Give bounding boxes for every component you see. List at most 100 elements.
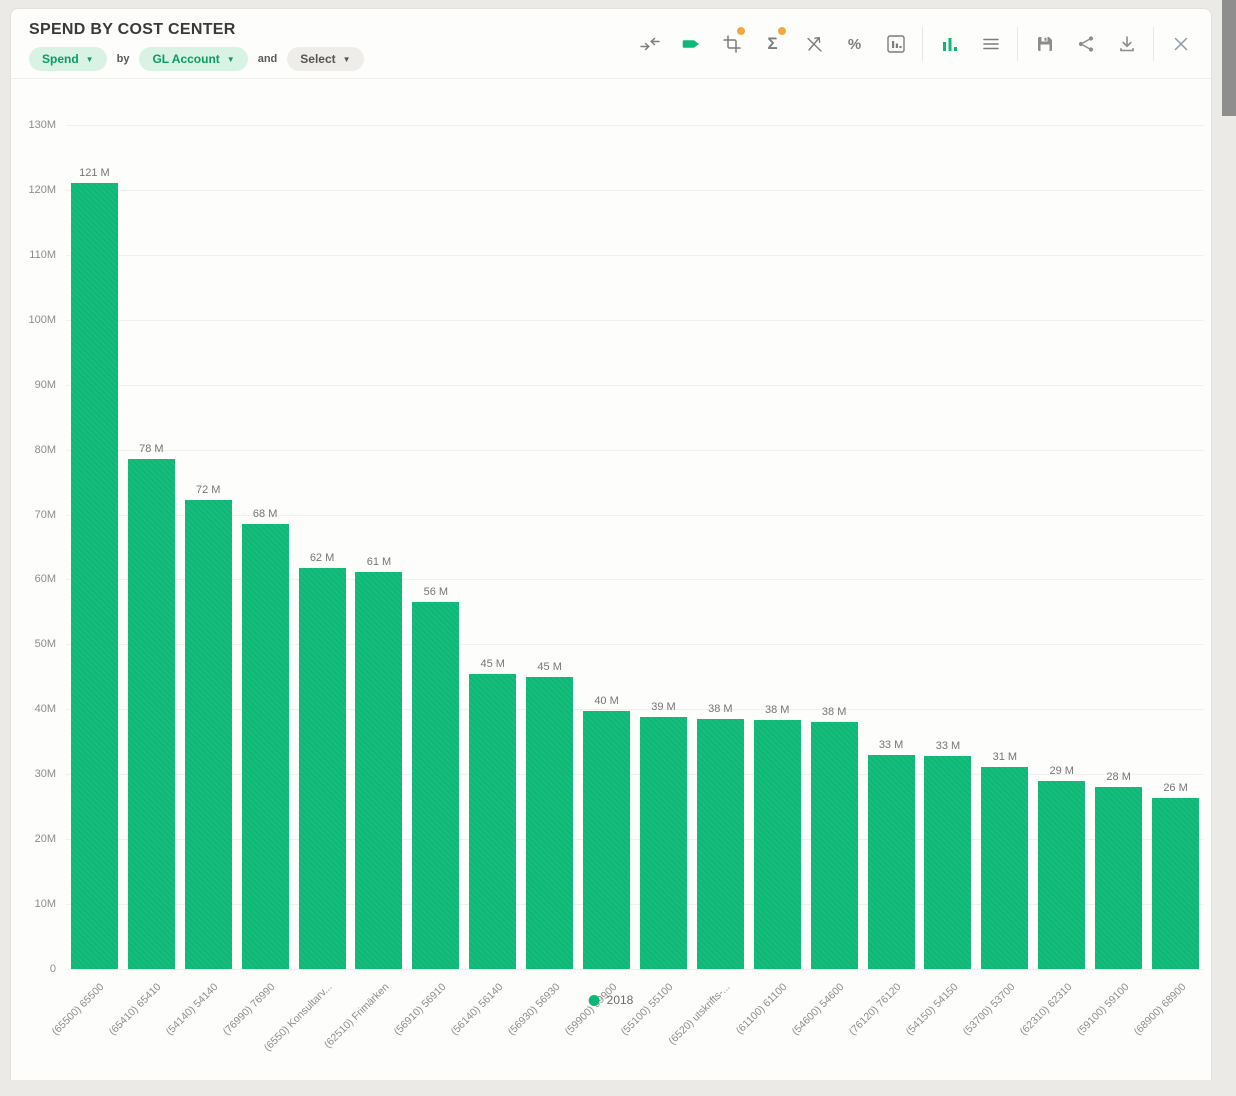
x-axis-tick-label: (54150) 54150 <box>846 981 961 1096</box>
y-axis-tick-label: 130M <box>10 119 56 131</box>
percent-icon: % <box>848 36 861 53</box>
merge-arrows-button[interactable] <box>629 22 670 66</box>
secondary-dimension-dropdown[interactable]: Select ▼ <box>287 47 363 71</box>
chart-box-icon <box>885 33 907 55</box>
gridline <box>66 190 1204 191</box>
percent-button[interactable]: % <box>834 22 875 66</box>
gridline <box>66 450 1204 451</box>
x-axis-tick-label: (76120) 76120 <box>789 981 904 1096</box>
tag-icon <box>680 33 702 55</box>
y-axis-tick-label: 120M <box>10 184 56 196</box>
toolbar-divider <box>922 27 923 61</box>
x-axis-tick-label: (6550) Konsultarv... <box>220 981 335 1096</box>
bar-value-label: 45 M <box>515 661 585 673</box>
y-axis-tick-label: 100M <box>10 314 56 326</box>
bar-(56930) 56930[interactable] <box>526 677 573 969</box>
x-axis-tick-label: (6520) utskrifts-... <box>618 981 733 1096</box>
spend-bar-chart: 010M20M30M40M50M60M70M80M90M100M110M120M… <box>11 79 1211 1080</box>
gridline <box>66 644 1204 645</box>
share-icon <box>1076 34 1096 54</box>
x-axis-tick-label: (56930) 56930 <box>448 981 563 1096</box>
sort-disabled-button[interactable] <box>793 22 834 66</box>
chevron-down-icon: ▼ <box>343 56 351 64</box>
bar-value-label: 38 M <box>799 706 869 718</box>
download-icon <box>1117 34 1137 54</box>
download-button[interactable] <box>1106 22 1147 66</box>
bar-(6520) utskrifts-...[interactable] <box>697 719 744 969</box>
bar-(54140) 54140[interactable] <box>185 500 232 969</box>
x-axis-tick-label: (61100) 61100 <box>675 981 790 1096</box>
bar-chart-view-icon <box>940 34 960 54</box>
y-axis-tick-label: 0 <box>10 963 56 975</box>
x-axis-tick-label: (59100) 59100 <box>1017 981 1132 1096</box>
y-axis-tick-label: 70M <box>10 509 56 521</box>
bar-value-label: 78 M <box>116 443 186 455</box>
list-view-button[interactable] <box>970 22 1011 66</box>
gridline <box>66 385 1204 386</box>
crop-button[interactable] <box>711 22 752 66</box>
legend-marker-icon <box>589 995 600 1006</box>
secondary-dimension-label: Select <box>300 52 335 66</box>
legend-label: 2018 <box>607 993 634 1007</box>
bar-(62310) 62310[interactable] <box>1038 781 1085 969</box>
x-axis-tick-label: (54600) 54600 <box>732 981 847 1096</box>
crop-icon <box>722 34 742 54</box>
spend-widget-card: SPEND BY COST CENTER Spend ▼ by GL Accou… <box>10 8 1212 1080</box>
close-icon <box>1172 35 1190 53</box>
merge-arrows-icon <box>639 33 661 55</box>
bar-(62510) Frimärken[interactable] <box>355 572 402 969</box>
y-axis-tick-label: 60M <box>10 573 56 585</box>
bar-(55100) 55100[interactable] <box>640 717 687 969</box>
dimension-selector-row: Spend ▼ by GL Account ▼ and Select ▼ <box>29 47 364 71</box>
chart-box-button[interactable] <box>875 22 916 66</box>
gridline <box>66 255 1204 256</box>
bar-(6550) Konsultarv...[interactable] <box>299 568 346 969</box>
legend[interactable]: 2018 <box>589 993 634 1007</box>
notification-dot-icon <box>778 27 786 35</box>
save-button[interactable] <box>1024 22 1065 66</box>
bar-(59900) 59900[interactable] <box>583 711 630 969</box>
bar-chart-view-button[interactable] <box>929 22 970 66</box>
y-axis-tick-label: 90M <box>10 379 56 391</box>
y-axis-tick-label: 110M <box>10 249 56 261</box>
widget-toolbar: Σ % <box>629 22 1201 66</box>
dimension-dropdown-label: GL Account <box>152 52 219 66</box>
bar-(54150) 54150[interactable] <box>924 756 971 969</box>
share-button[interactable] <box>1065 22 1106 66</box>
tag-button[interactable] <box>670 22 711 66</box>
scrollbar-thumb[interactable] <box>1222 0 1236 116</box>
close-button[interactable] <box>1160 22 1201 66</box>
chevron-down-icon: ▼ <box>227 56 235 64</box>
bar-(53700) 53700[interactable] <box>981 767 1028 969</box>
bar-(65410) 65410[interactable] <box>128 459 175 969</box>
bar-(76120) 76120[interactable] <box>868 755 915 969</box>
bar-(76990) 76990[interactable] <box>242 524 289 969</box>
x-axis-tick-label: (62510) Frimärken <box>277 981 392 1096</box>
scrollbar-track[interactable] <box>1212 0 1236 1080</box>
page-title: SPEND BY COST CENTER <box>29 21 236 39</box>
list-view-icon <box>981 34 1001 54</box>
bar-(54600) 54600[interactable] <box>811 722 858 969</box>
x-axis-tick-label: (65500) 65500 <box>0 981 107 1096</box>
gridline <box>66 839 1204 840</box>
bar-(65500) 65500[interactable] <box>71 183 118 969</box>
sigma-icon: Σ <box>767 34 777 54</box>
sigma-button[interactable]: Σ <box>752 22 793 66</box>
x-axis-tick-label: (62310) 62310 <box>960 981 1075 1096</box>
bar-(68900) 68900[interactable] <box>1152 798 1199 969</box>
bar-(56910) 56910[interactable] <box>412 602 459 969</box>
measure-dropdown[interactable]: Spend ▼ <box>29 47 107 71</box>
bar-value-label: 26 M <box>1141 782 1211 794</box>
sort-disabled-icon <box>804 34 824 54</box>
bar-value-label: 56 M <box>401 586 471 598</box>
x-axis-tick-label: (54140) 54140 <box>106 981 221 1096</box>
dimension-dropdown[interactable]: GL Account ▼ <box>139 47 247 71</box>
bar-(59100) 59100[interactable] <box>1095 787 1142 969</box>
by-label: by <box>117 53 130 65</box>
and-label: and <box>258 53 278 65</box>
bar-(56140) 56140[interactable] <box>469 674 516 969</box>
gridline <box>66 125 1204 126</box>
bar-value-label: 121 M <box>59 167 129 179</box>
gridline <box>66 320 1204 321</box>
bar-(61100) 61100[interactable] <box>754 720 801 969</box>
